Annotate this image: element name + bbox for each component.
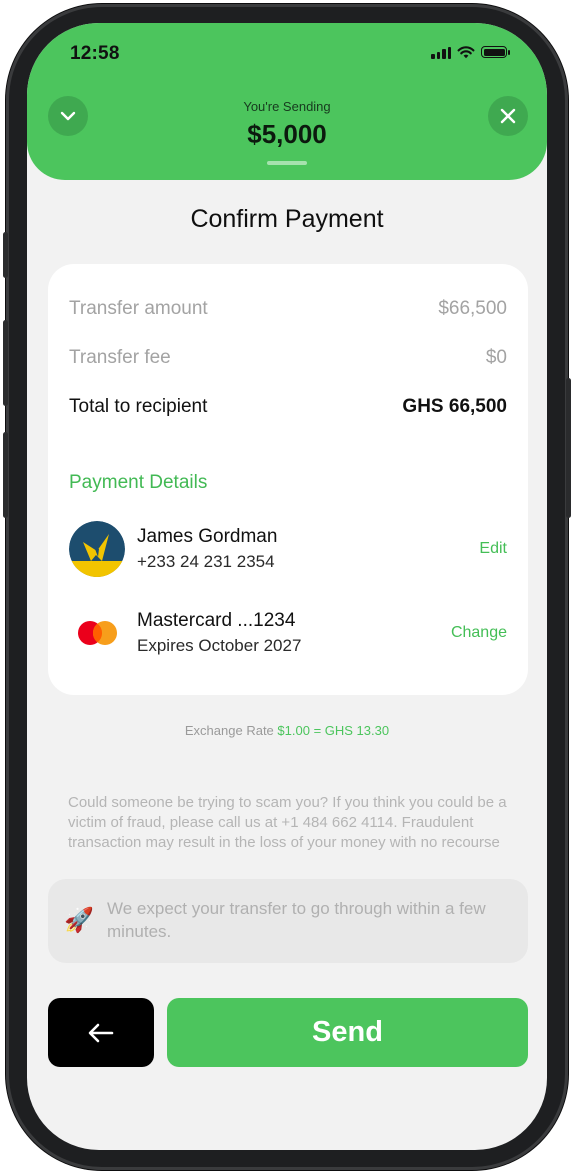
- exchange-rate-label: Exchange Rate: [184, 723, 274, 738]
- transfer-fee-row: Transfer fee $0: [69, 347, 507, 369]
- sending-label: You're Sending: [243, 99, 331, 114]
- status-icons: [431, 45, 510, 59]
- arrow-left-icon: [88, 1023, 114, 1042]
- recipient-phone: +233 24 231 2354: [137, 552, 275, 571]
- transfer-amount-row: Transfer amount $66,500: [69, 298, 507, 320]
- sending-amount: $5,000: [247, 119, 327, 149]
- side-button: [3, 232, 8, 278]
- screen: 12:58 You're Sending $5,000 Confirm Paym…: [27, 23, 547, 1150]
- transfer-fee-label: Transfer fee: [69, 347, 171, 368]
- cellular-signal-icon: [431, 46, 451, 59]
- payment-details-title: Payment Details: [69, 472, 208, 493]
- eta-text: We expect your transfer to go through wi…: [107, 899, 486, 941]
- payment-summary-card: Transfer amount $66,500 Transfer fee $0 …: [48, 264, 528, 695]
- recipient-avatar: [69, 521, 125, 577]
- exchange-rate: Exchange Rate $1.00 = GHS 13.30: [27, 723, 547, 738]
- transfer-amount-value: $66,500: [438, 298, 507, 319]
- change-card-link[interactable]: Change: [451, 624, 507, 642]
- close-icon: [500, 108, 516, 124]
- edit-recipient-link[interactable]: Edit: [479, 540, 507, 558]
- total-recipient-row: Total to recipient GHS 66,500: [69, 396, 507, 418]
- close-button[interactable]: [488, 96, 528, 136]
- mastercard-icon: [78, 621, 117, 645]
- battery-icon: [481, 46, 510, 58]
- card-expiry: Expires October 2027: [137, 636, 302, 655]
- recipient-name: James Gordman: [137, 526, 278, 547]
- transfer-fee-value: $0: [485, 347, 507, 368]
- send-button[interactable]: Send: [167, 998, 528, 1067]
- fraud-warning: Could someone be trying to scam you? If …: [68, 794, 507, 851]
- side-button: [566, 378, 571, 518]
- transfer-amount-label: Transfer amount: [69, 298, 208, 319]
- recipient-row: James Gordman +233 24 231 2354 Edit: [69, 521, 507, 579]
- total-recipient-label: Total to recipient: [69, 396, 208, 417]
- exchange-rate-value: $1.00 = GHS 13.30: [277, 723, 390, 738]
- page-title: Confirm Payment: [190, 205, 384, 233]
- sending-header: 12:58 You're Sending $5,000: [27, 23, 547, 180]
- eta-notice: 🚀 We expect your transfer to go through …: [48, 879, 528, 963]
- side-button: [3, 320, 8, 406]
- sheet-grabber[interactable]: [267, 161, 307, 165]
- card-name: Mastercard ...1234: [137, 610, 296, 631]
- payment-method-row: Mastercard ...1234 Expires October 2027 …: [69, 605, 507, 663]
- recipient-logo-icon: [69, 521, 125, 577]
- side-button: [3, 432, 8, 518]
- rocket-icon: 🚀: [64, 907, 94, 934]
- back-button[interactable]: [48, 998, 154, 1067]
- total-recipient-value: GHS 66,500: [402, 396, 507, 417]
- wifi-icon: [457, 46, 475, 59]
- status-time: 12:58: [70, 43, 120, 64]
